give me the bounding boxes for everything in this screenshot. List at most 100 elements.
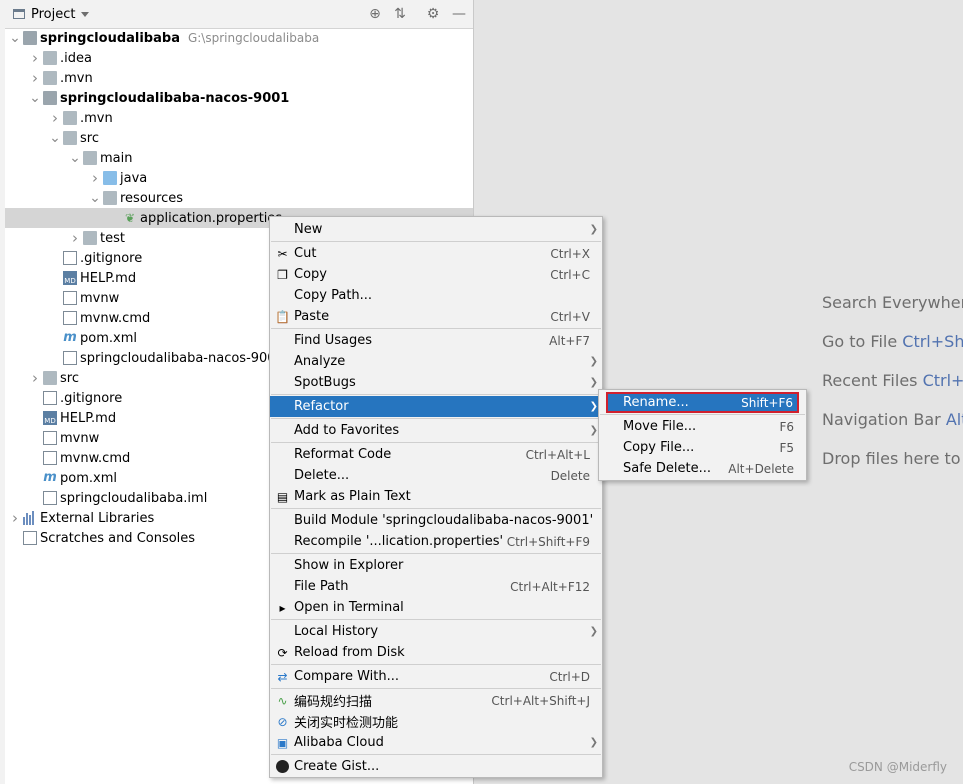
tree-item[interactable]: › java [5, 168, 473, 188]
menu-item-copy-path[interactable]: Copy Path... [270, 285, 602, 306]
submenu-item-rename[interactable]: Rename... Shift+F6 [606, 392, 799, 413]
chevron-down-icon[interactable]: ⌄ [7, 28, 23, 48]
empty-editor-tip: Recent Files Ctrl+E [822, 371, 963, 390]
github-icon [275, 759, 290, 774]
tip-text: Go to File [822, 332, 903, 351]
submenu-item-copy-file[interactable]: Copy File... F5 [599, 437, 806, 458]
tree-item[interactable]: ⌄ src [5, 128, 473, 148]
chevron-right-icon[interactable]: › [67, 228, 83, 248]
chevron-down-icon[interactable]: ⌄ [67, 148, 83, 168]
code-scan-icon: ∿ [277, 693, 288, 708]
menu-separator [271, 754, 601, 755]
project-title: Project [31, 6, 76, 22]
menu-item-analyze[interactable]: Analyze ❯ [270, 351, 602, 372]
menu-item-show-in-explorer[interactable]: Show in Explorer [270, 555, 602, 576]
folder-icon [43, 371, 57, 385]
chevron-right-icon[interactable]: › [87, 168, 103, 188]
menu-item-label: Copy [294, 267, 327, 282]
context-menu: New ❯ ✂ Cut Ctrl+X ❐ Copy Ctrl+C Copy Path... 📋 Pa… [269, 216, 603, 778]
menu-item-shortcut: Ctrl+Alt+L [525, 447, 590, 462]
menu-item-cut[interactable]: ✂ Cut Ctrl+X [270, 243, 602, 264]
chevron-right-icon[interactable]: › [27, 68, 43, 88]
tree-item-label: HELP.md [80, 270, 137, 286]
menu-item-find-usages[interactable]: Find Usages Alt+F7 [270, 330, 602, 351]
menu-item-reformat-code[interactable]: Reformat Code Ctrl+Alt+L [270, 444, 602, 465]
menu-item-mark-as-plain-text[interactable]: ▤ Mark as Plain Text [270, 486, 602, 507]
tree-item-label: main [100, 150, 133, 166]
menu-item-shortcut: Ctrl+V [550, 309, 590, 324]
menu-item-label: Local History [294, 624, 379, 639]
menu-item-label: Refactor [294, 399, 349, 414]
tree-item-label: External Libraries [40, 510, 155, 526]
tree-item[interactable]: › .mvn [5, 108, 473, 128]
tree-item[interactable]: ⌄ springcloudalibaba-nacos-9001 [5, 88, 473, 108]
menu-item-label: Move File... [623, 419, 697, 434]
chevron-down-icon[interactable]: ⌄ [47, 128, 63, 148]
tree-item[interactable]: ⌄ main [5, 148, 473, 168]
menu-item-label: File Path [294, 579, 349, 594]
menu-item-add-to-favorites[interactable]: Add to Favorites ❯ [270, 420, 602, 441]
text-file-icon [43, 451, 57, 465]
no-arrow [27, 408, 43, 428]
tree-item[interactable]: ⌄ resources [5, 188, 473, 208]
markdown-icon: MD [43, 411, 57, 425]
menu-item-label: Show in Explorer [294, 558, 404, 573]
menu-item-shortcut: Shift+F6 [741, 395, 793, 410]
alibaba-cloud-icon: ▣ [276, 735, 289, 750]
tip-text: Recent Files [822, 371, 923, 390]
chevron-right-icon: ❯ [589, 737, 598, 748]
menu-item-item-32[interactable]: ⊘ 关闭实时检测功能 [270, 711, 602, 732]
menu-item-delete[interactable]: Delete... Delete [270, 465, 602, 486]
menu-item-paste[interactable]: 📋 Paste Ctrl+V [270, 306, 602, 327]
gear-icon[interactable]: ⚙ [425, 6, 441, 22]
chevron-down-icon [81, 11, 90, 17]
menu-item-shortcut: Ctrl+D [549, 669, 590, 684]
menu-item-recompile-lication-properties[interactable]: Recompile '...lication.properties' Ctrl+S… [270, 531, 602, 552]
menu-item-shortcut: Ctrl+C [550, 267, 590, 282]
tree-item-label: mvnw.cmd [80, 310, 151, 326]
menu-item-refactor[interactable]: Refactor ❯ [270, 396, 602, 417]
chevron-right-icon[interactable]: › [27, 48, 43, 68]
project-view-selector[interactable]: Project [13, 5, 90, 23]
chevron-right-icon[interactable]: › [47, 108, 63, 128]
menu-item-label: Analyze [294, 354, 346, 369]
chevron-right-icon[interactable]: › [27, 368, 43, 388]
tree-item-label: mvnw [60, 430, 100, 446]
no-arrow [47, 268, 63, 288]
menu-item-compare-with[interactable]: ⇄ Compare With... Ctrl+D [270, 666, 602, 687]
menu-item-spotbugs[interactable]: SpotBugs ❯ [270, 372, 602, 393]
chevron-right-icon: ❯ [589, 425, 598, 436]
tree-item[interactable]: › .idea [5, 48, 473, 68]
menu-separator [271, 688, 601, 689]
text-file-icon [63, 311, 77, 325]
menu-item-file-path[interactable]: File Path Ctrl+Alt+F12 [270, 576, 602, 597]
menu-item-copy[interactable]: ❐ Copy Ctrl+C [270, 264, 602, 285]
menu-item-local-history[interactable]: Local History ❯ [270, 621, 602, 642]
submenu-item-move-file[interactable]: Move File... F6 [599, 416, 806, 437]
tree-item-label: springcloudalibaba-nacos-9001 [80, 350, 284, 366]
chevron-right-icon: ❯ [589, 626, 598, 637]
menu-item-label: Recompile '...lication.properties' [294, 534, 504, 549]
menu-item-build-module-springcloudalibaba-nacos-9001[interactable]: Build Module 'springcloudalibaba-nacos-9… [270, 510, 602, 531]
compare-icon: ⇄ [277, 669, 288, 684]
menu-item-create-gist[interactable]: Create Gist... [270, 756, 602, 777]
tree-item-label: src [60, 370, 79, 386]
menu-item-shortcut: F5 [779, 440, 794, 455]
tree-item-label: application.properties [140, 210, 283, 226]
chevron-down-icon[interactable]: ⌄ [27, 88, 43, 108]
minimize-icon[interactable]: — [451, 6, 467, 22]
tree-item[interactable]: › .mvn [5, 68, 473, 88]
menu-item-reload-from-disk[interactable]: ⟳ Reload from Disk [270, 642, 602, 663]
menu-item-new[interactable]: New ❯ [270, 219, 602, 240]
menu-item-open-in-terminal[interactable]: ▸ Open in Terminal [270, 597, 602, 618]
menu-item-alibaba-cloud[interactable]: ▣ Alibaba Cloud ❯ [270, 732, 602, 753]
tree-item[interactable]: ⌄ springcloudalibaba G:\springcloudalibaba [5, 28, 473, 48]
chevron-down-icon[interactable]: ⌄ [87, 188, 103, 208]
submenu-item-safe-delete[interactable]: Safe Delete... Alt+Delete [599, 458, 806, 479]
menu-item-item-31[interactable]: ∿ 编码规约扫描 Ctrl+Alt+Shift+J [270, 690, 602, 711]
tree-item-label: .mvn [80, 110, 113, 126]
collapse-all-icon[interactable]: ⇅ [392, 6, 408, 22]
locate-icon[interactable]: ⊕ [367, 6, 383, 22]
folder-icon [63, 111, 77, 125]
chevron-right-icon[interactable]: › [7, 508, 23, 528]
